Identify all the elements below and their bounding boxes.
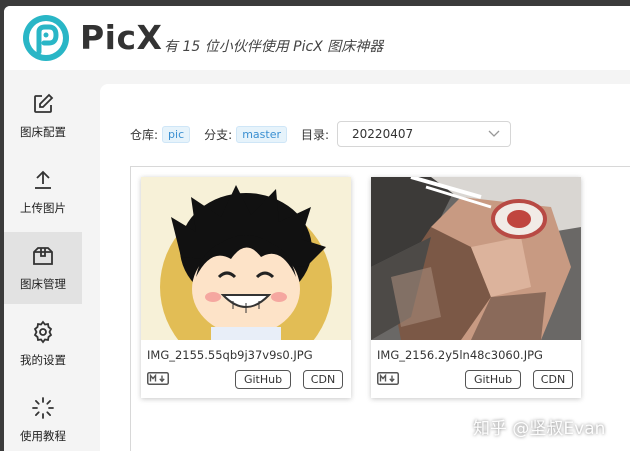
sidebar-item-label: 图床管理 [20, 277, 66, 291]
sidebar-item-tutorial[interactable]: 使用教程 [4, 384, 82, 451]
branch-label: 分支: [204, 127, 233, 142]
loading-icon [32, 397, 54, 419]
sidebar-item-manage[interactable]: 图床管理 [4, 232, 82, 304]
header: PicX 有 15 位小伙伴使用 PicX 图床神器 [4, 6, 630, 70]
sidebar-item-config[interactable]: 图床配置 [4, 80, 82, 152]
edit-icon [34, 93, 54, 113]
sidebar-item-label: 上传图片 [20, 201, 66, 215]
image-actions: GitHub CDN [377, 370, 575, 390]
upload-icon [35, 170, 51, 189]
image-filename: IMG_2155.55qb9j37v9s0.JPG [147, 348, 313, 362]
image-card[interactable]: IMG_2155.55qb9j37v9s0.JPG GitHub CDN [141, 177, 351, 398]
picx-logo[interactable] [22, 14, 70, 62]
repo-tag: pic [162, 125, 191, 143]
image-card[interactable]: IMG_2156.2y5ln48c3060.JPG GitHub CDN [371, 177, 581, 398]
sidebar-item-label: 图床配置 [20, 125, 66, 139]
app-title: PicX [80, 18, 163, 57]
github-button[interactable]: GitHub [465, 370, 521, 389]
branch-tag: master [236, 125, 287, 143]
repo-label: 仓库: [130, 127, 159, 142]
directory-value: 20220407 [352, 127, 414, 141]
image-filename: IMG_2156.2y5ln48c3060.JPG [377, 348, 543, 362]
toolbar: 仓库: pic 分支: master 目录: 20220407 [130, 120, 512, 148]
app-window: PicX 有 15 位小伙伴使用 PicX 图床神器 图床配置 上传图片 图床管… [4, 6, 630, 451]
app-subtitle: 有 15 位小伙伴使用 PicX 图床神器 [164, 39, 384, 55]
directory-select[interactable]: 20220407 [337, 121, 512, 147]
dir-label: 目录: [300, 127, 330, 142]
image-actions: GitHub CDN [147, 370, 345, 390]
cdn-button[interactable]: CDN [303, 370, 343, 389]
markdown-icon[interactable] [147, 372, 169, 385]
cdn-button[interactable]: CDN [533, 370, 573, 389]
github-button[interactable]: GitHub [235, 370, 291, 389]
watermark: 知乎 @坚叔Evan [473, 419, 606, 439]
image-thumbnail[interactable] [371, 177, 581, 340]
gear-icon [33, 320, 53, 344]
markdown-icon[interactable] [377, 372, 399, 385]
sidebar: 图床配置 上传图片 图床管理 我的设置 使用教程 [4, 80, 84, 451]
main-panel: 仓库: pic 分支: master 目录: 20220407 IMG_2155… [100, 84, 630, 451]
sidebar-item-label: 我的设置 [20, 353, 66, 367]
box-icon [33, 247, 53, 265]
sidebar-item-settings[interactable]: 我的设置 [4, 308, 82, 380]
sidebar-item-label: 使用教程 [20, 429, 66, 443]
image-thumbnail[interactable] [141, 177, 351, 340]
chevron-down-icon [488, 130, 500, 137]
sidebar-item-upload[interactable]: 上传图片 [4, 156, 82, 228]
image-list: IMG_2155.55qb9j37v9s0.JPG GitHub CDN IMG… [130, 166, 630, 451]
